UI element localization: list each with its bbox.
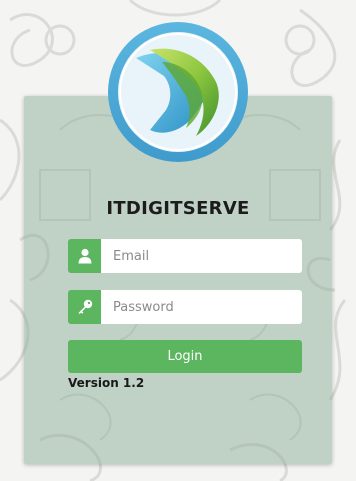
login-page: ITDIGITSERVE Login Version 1.2: [0, 0, 356, 481]
email-field-group: [68, 239, 302, 273]
version-label: Version 1.2: [68, 376, 145, 390]
password-input[interactable]: [101, 290, 302, 324]
login-button[interactable]: Login: [68, 340, 302, 373]
password-addon: [68, 290, 101, 324]
brand-title: ITDIGITSERVE: [106, 198, 250, 219]
user-icon: [78, 248, 91, 264]
password-field-group: [68, 290, 302, 324]
email-input[interactable]: [101, 239, 302, 273]
logo: [106, 20, 250, 164]
itdigitserve-logo-icon: [108, 22, 248, 162]
key-icon: [78, 299, 92, 314]
email-addon: [68, 239, 101, 273]
